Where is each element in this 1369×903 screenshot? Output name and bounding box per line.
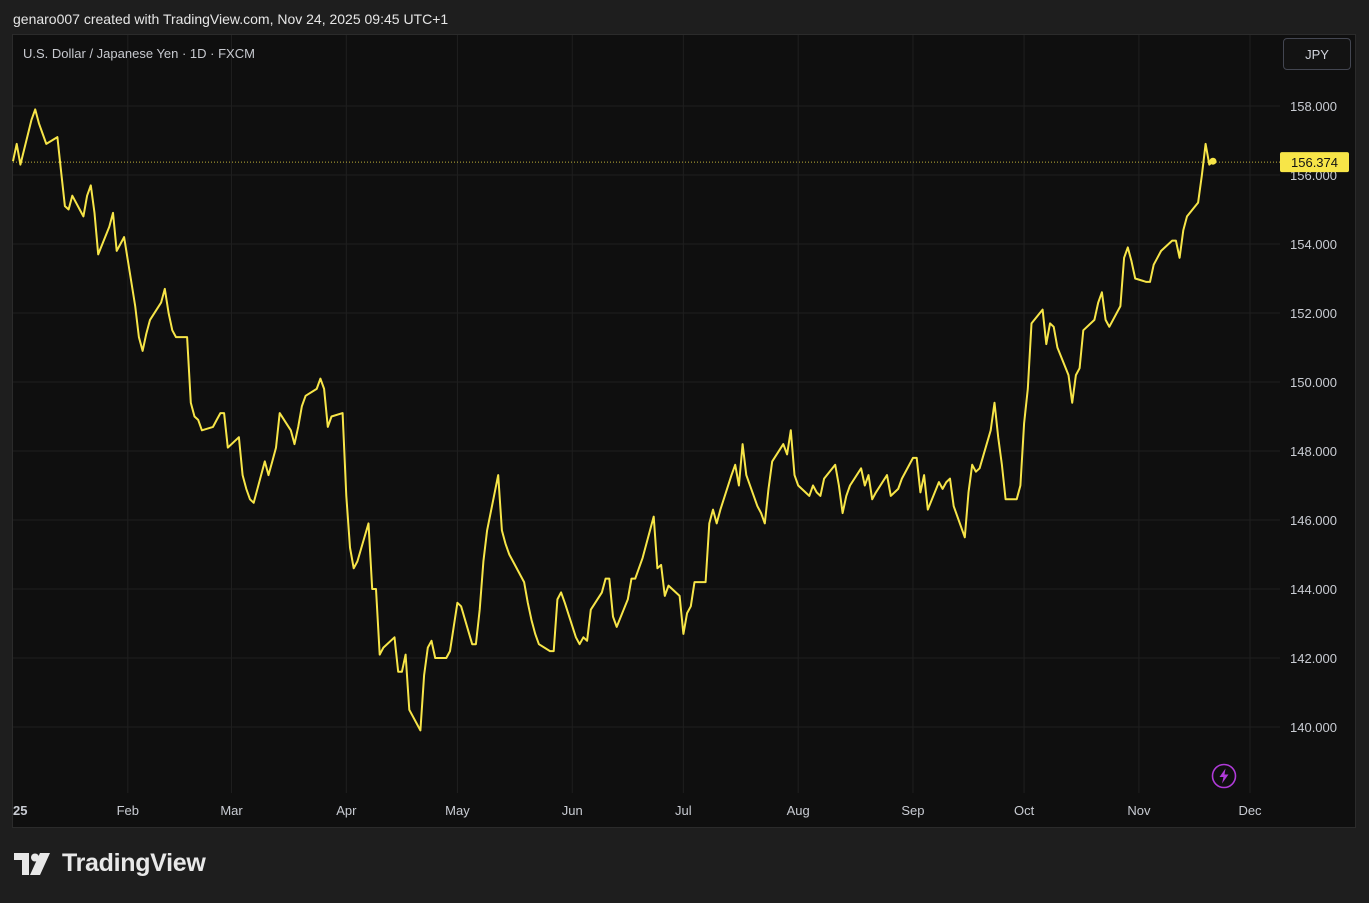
y-tick-label: 150.000 xyxy=(1290,375,1337,390)
x-tick-label: Feb xyxy=(117,803,139,818)
x-tick-label: Jul xyxy=(675,803,692,818)
last-price-tag-label: 156.374 xyxy=(1291,155,1338,170)
x-tick-label: Aug xyxy=(787,803,810,818)
y-tick-label: 146.000 xyxy=(1290,513,1337,528)
y-tick-label: 142.000 xyxy=(1290,651,1337,666)
y-tick-label: 140.000 xyxy=(1290,720,1337,735)
x-tick-label: Nov xyxy=(1127,803,1151,818)
x-tick-label: Dec xyxy=(1238,803,1262,818)
symbol-title: U.S. Dollar / Japanese Yen · 1D · FXCM xyxy=(23,46,255,61)
x-tick-label: Sep xyxy=(901,803,924,818)
currency-button[interactable]: JPY xyxy=(1283,38,1351,70)
x-tick-label: Oct xyxy=(1014,803,1035,818)
price-chart[interactable]: 158.000156.000154.000152.000150.000148.0… xyxy=(0,0,1369,903)
tradingview-logo[interactable]: TradingView xyxy=(14,849,206,878)
x-tick-label: May xyxy=(445,803,470,818)
y-tick-label: 152.000 xyxy=(1290,306,1337,321)
y-tick-label: 154.000 xyxy=(1290,237,1337,252)
y-tick-label: 158.000 xyxy=(1290,99,1337,114)
price-series-line[interactable] xyxy=(12,108,1214,732)
x-tick-label: Jun xyxy=(562,803,583,818)
x-tick-label: 25 xyxy=(13,803,27,818)
lightning-icon[interactable] xyxy=(1211,763,1237,789)
tradingview-logo-text: TradingView xyxy=(62,849,206,877)
y-tick-label: 144.000 xyxy=(1290,582,1337,597)
tradingview-logo-icon xyxy=(14,852,50,875)
x-tick-label: Mar xyxy=(220,803,243,818)
x-tick-label: Apr xyxy=(336,803,357,818)
last-price-dot xyxy=(1209,157,1217,165)
y-tick-label: 148.000 xyxy=(1290,444,1337,459)
